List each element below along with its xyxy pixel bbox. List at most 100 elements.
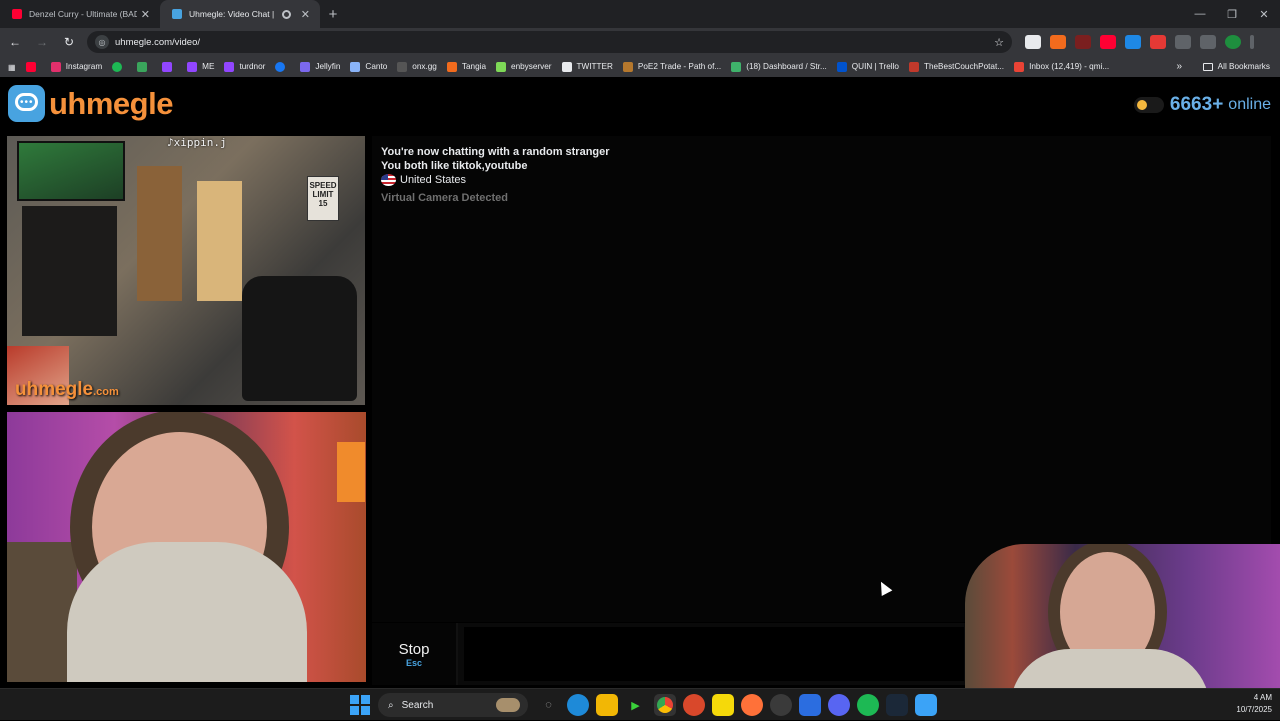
bookmark-onx[interactable]: onx.gg xyxy=(397,61,437,72)
calendar-icon[interactable] xyxy=(798,694,821,716)
site-logo[interactable]: ••• uhmegle xyxy=(8,85,173,122)
extension-red-icon[interactable] xyxy=(1149,35,1166,49)
chrome-icon[interactable] xyxy=(653,694,676,716)
couchpotato-icon xyxy=(908,61,919,72)
bookmark-me[interactable]: ME xyxy=(187,61,214,72)
bookmark-star-icon[interactable]: ☆ xyxy=(994,36,1004,49)
uhmegle-watermark: uhmegle.com xyxy=(15,379,119,400)
reload-button[interactable]: ↻ xyxy=(57,30,81,54)
instagram-icon xyxy=(50,61,61,72)
canto-icon xyxy=(350,61,361,72)
system-clock[interactable]: 4 AM 10/7/2025 xyxy=(1236,692,1272,716)
system-message: You're now chatting with a random strang… xyxy=(381,146,610,158)
side-panel-icon[interactable] xyxy=(1199,35,1216,49)
bookmark-jellyfin[interactable]: Jellyfin xyxy=(300,61,340,72)
jellyfin-icon xyxy=(300,61,311,72)
bookmark-youtube[interactable] xyxy=(25,61,41,72)
site-info-icon[interactable]: ◎ xyxy=(95,35,109,49)
bookmark-turdnor[interactable]: turdnor xyxy=(224,61,265,72)
close-tab-icon[interactable]: ✕ xyxy=(141,8,150,21)
stop-shortcut: Esc xyxy=(405,657,422,668)
stop-button[interactable]: Stop Esc xyxy=(372,623,458,685)
bookmark-couchpotato[interactable]: TheBestCouchPotat... xyxy=(908,61,1004,72)
new-tab-button[interactable]: + xyxy=(320,0,346,28)
taskbar-apps: ⌕ Search ◌ ▶ xyxy=(350,689,940,721)
door xyxy=(137,166,182,301)
minimize-button[interactable]: — xyxy=(1184,0,1216,28)
maximize-button[interactable]: ❐ xyxy=(1216,0,1248,28)
sticky-notes-icon[interactable] xyxy=(711,694,734,716)
logo-text: uhmegle xyxy=(49,85,173,121)
sun-icon xyxy=(1136,100,1147,110)
taskbar-search[interactable]: ⌕ Search xyxy=(378,693,528,717)
spotify-icon xyxy=(112,61,123,72)
bookmark-app[interactable] xyxy=(137,61,152,72)
tab-uhmegle[interactable]: Uhmegle: Video Chat | Onl ✕ xyxy=(160,0,320,28)
address-bar[interactable]: ◎ uhmegle.com/video/ ☆ xyxy=(87,31,1012,53)
lamp xyxy=(337,442,365,502)
chat-bubble-icon: ••• xyxy=(8,85,45,122)
stranger-video: SPEED LIMIT 15 ♪xippin.j uhmegle.com xyxy=(7,136,365,405)
extension-record-icon[interactable] xyxy=(1074,35,1091,49)
all-bookmarks-button[interactable]: All Bookmarks xyxy=(1202,62,1270,71)
bookmark-dashboard[interactable]: (18) Dashboard / Str... xyxy=(731,61,827,72)
dashboard-icon xyxy=(731,61,742,72)
bookmark-gmail[interactable]: Inbox (12,419) - qmi... xyxy=(1014,61,1109,72)
bookmark-twitch[interactable] xyxy=(162,61,177,72)
windows-start-icon[interactable] xyxy=(350,695,370,715)
window-controls: — ❐ ✕ xyxy=(1184,0,1280,28)
theme-toggle[interactable] xyxy=(1133,97,1164,113)
discord-icon[interactable] xyxy=(827,694,850,716)
tv-screen xyxy=(17,141,125,201)
bookmark-twitter[interactable]: TWITTER xyxy=(561,61,613,72)
tab-youtube[interactable]: Denzel Curry - Ultimate (BAD8 ✕ xyxy=(0,0,160,28)
search-icon: ⌕ xyxy=(388,699,394,711)
extension-fox-icon[interactable] xyxy=(1049,35,1066,49)
bookmarks-overflow-button[interactable]: » xyxy=(1176,61,1182,72)
doorway xyxy=(197,181,242,301)
onx-icon xyxy=(397,61,408,72)
online-label: online xyxy=(1228,96,1271,113)
back-button[interactable]: ← xyxy=(3,30,27,54)
bookmark-poe2[interactable]: PoE2 Trade - Path of... xyxy=(622,61,721,72)
shelf xyxy=(22,206,117,336)
trello-icon xyxy=(836,61,847,72)
bookmark-tangia[interactable]: Tangia xyxy=(446,61,486,72)
apps-grid-icon[interactable]: ▦ xyxy=(8,62,16,72)
browser-toolbar: ← → ↻ ◎ uhmegle.com/video/ ☆ xyxy=(0,28,1280,56)
spotify-icon[interactable] xyxy=(856,694,879,716)
forward-button[interactable]: → xyxy=(30,30,54,54)
obs-icon[interactable] xyxy=(769,694,792,716)
bookmark-facebook[interactable] xyxy=(275,61,290,72)
file-explorer-icon[interactable] xyxy=(595,694,618,716)
bookmark-spotify[interactable] xyxy=(112,61,127,72)
profile-avatar-icon[interactable] xyxy=(1224,35,1241,49)
extensions-puzzle-icon[interactable] xyxy=(1174,35,1191,49)
recording-icon xyxy=(281,9,291,19)
enbyserver-icon xyxy=(496,61,507,72)
steam-icon[interactable] xyxy=(885,694,908,716)
menu-kebab-icon[interactable] xyxy=(1249,35,1254,49)
close-tab-icon[interactable]: ✕ xyxy=(301,8,310,21)
notepad-icon[interactable] xyxy=(914,694,937,716)
bookmark-canto[interactable]: Canto xyxy=(350,61,387,72)
extension-translate-icon[interactable] xyxy=(1124,35,1141,49)
bookmark-instagram[interactable]: Instagram xyxy=(50,61,102,72)
tab-title: Denzel Curry - Ultimate (BAD8 xyxy=(29,9,137,19)
extension-youtube-icon[interactable] xyxy=(1099,35,1116,49)
bookmark-enbyserver[interactable]: enbyserver xyxy=(496,61,552,72)
stop-label: Stop xyxy=(398,640,430,658)
online-count: 6663+ xyxy=(1169,94,1224,115)
twitch-icon xyxy=(187,61,198,72)
firefox-icon[interactable] xyxy=(740,694,763,716)
extension-k-icon[interactable] xyxy=(1024,35,1041,49)
person-body xyxy=(67,542,307,682)
chat-message-input[interactable] xyxy=(464,627,964,681)
close-window-button[interactable]: ✕ xyxy=(1248,0,1280,28)
play-icon[interactable]: ▶ xyxy=(625,694,647,716)
basketball-icon[interactable] xyxy=(682,694,705,716)
edge-icon[interactable] xyxy=(566,694,589,716)
copilot-icon[interactable]: ◌ xyxy=(538,694,560,716)
speed-limit-sign: SPEED LIMIT 15 xyxy=(307,176,339,221)
bookmark-trello[interactable]: QUIN | Trello xyxy=(836,61,899,72)
